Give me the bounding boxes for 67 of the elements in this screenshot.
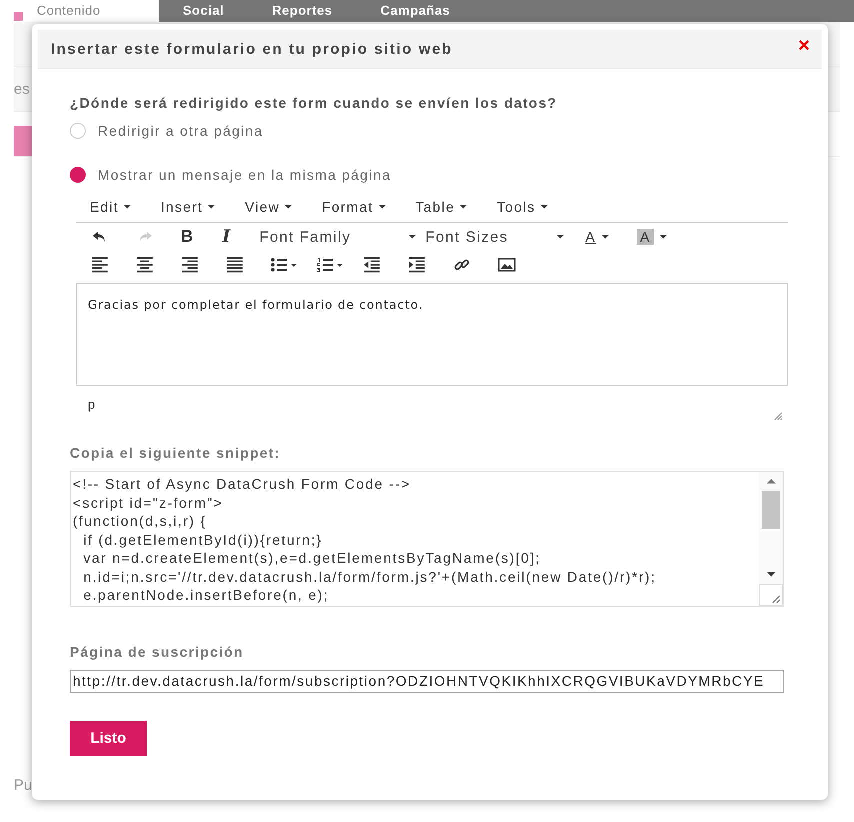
caret-icon [660, 235, 667, 239]
scroll-down-arrow-icon[interactable] [766, 572, 776, 577]
page-text: es [14, 80, 30, 98]
caret-icon [124, 205, 131, 209]
resize-grip-icon[interactable] [772, 595, 780, 603]
code-line: (function(d,s,i,r) { [73, 512, 208, 530]
menu-item[interactable]: Tools [497, 199, 548, 215]
caret-icon [460, 205, 468, 209]
italic-button[interactable]: I [222, 227, 232, 247]
caret-icon [556, 235, 564, 239]
caret-icon [408, 235, 416, 239]
caret-icon [208, 205, 216, 209]
nav-item[interactable]: Campañas [356, 0, 854, 22]
menu-item[interactable]: View [245, 199, 292, 215]
sidebar-highlight [14, 126, 34, 156]
numbered-list-icon[interactable] [317, 258, 343, 272]
subscription-label: Página de suscripción [70, 644, 245, 660]
element-path: p [88, 396, 96, 412]
radio-button[interactable] [70, 123, 86, 139]
page-text: Pu [14, 777, 32, 794]
menu-item[interactable]: Edit [90, 199, 131, 215]
font-family-select[interactable]: Font Family [260, 228, 416, 246]
align-left-icon[interactable] [91, 257, 109, 273]
question-label: ¿Dónde será redirigido este form cuando se envíen los datos? [70, 95, 558, 111]
scrollbar-thumb[interactable] [762, 491, 780, 529]
caret-icon [602, 235, 610, 239]
message-text: Gracias por completar el formulario de contacto. [88, 298, 424, 312]
resize-grip-icon[interactable] [774, 412, 782, 420]
text-color-button[interactable]: A [586, 229, 610, 245]
caret-icon [285, 205, 292, 209]
code-line: <!-- Start of Async DataCrush Form Code --> [73, 475, 412, 494]
code-line: if (d.getElementById(i)){return;} [82, 530, 324, 549]
menu-item[interactable]: Table [416, 199, 468, 215]
align-center-icon[interactable] [136, 257, 154, 273]
caret-icon [540, 205, 548, 209]
align-right-icon[interactable] [181, 257, 199, 273]
subscription-url-field[interactable]: http://tr.dev.datacrush.la/form/subscription?ODZIOHNTVQKIKhhIXCRQGVIBUKaVDYMRbCYE [70, 670, 784, 693]
scrollbar[interactable] [759, 472, 783, 606]
dialog-title: Insertar este formulario en tu propio sitio web [51, 40, 453, 58]
radio-button[interactable] [70, 167, 86, 183]
bullet-list-icon[interactable] [271, 258, 297, 272]
nav-item[interactable]: Contenido [33, 0, 159, 22]
caret-icon [378, 205, 386, 209]
code-line: n.id=i;n.src='//tr.dev.datacrush.la/form/form.js?'+(Math.ceil(new Date()/r)*r); [82, 568, 658, 586]
bold-button[interactable]: B [181, 227, 194, 247]
nav-item[interactable]: Social [159, 0, 248, 22]
justify-icon[interactable] [226, 257, 244, 273]
code-line: var n=d.createElement(s),e=d.getElementsByTagName(s)[0]; [82, 549, 542, 568]
logo-square [14, 12, 23, 21]
scroll-up-arrow-icon[interactable] [766, 479, 776, 484]
editor-content-area[interactable]: Gracias por completar el formulario de contacto. [76, 283, 788, 386]
code-line: e.parentNode.insertBefore(n, e); [82, 586, 330, 604]
menu-item[interactable]: Insert [160, 199, 216, 215]
snippet-textarea[interactable] [70, 471, 784, 607]
radio-label[interactable]: Mostrar un mensaje en la misma página [98, 167, 392, 183]
indent-icon[interactable] [408, 257, 426, 273]
code-line: <script id="z-form"> [73, 494, 224, 512]
font-size-select[interactable]: Font Sizes [426, 228, 564, 246]
radio-label[interactable]: Redirigir a otra página [98, 123, 264, 139]
close-button[interactable]: × [798, 36, 810, 56]
image-icon[interactable] [498, 257, 516, 273]
link-icon[interactable] [453, 257, 471, 273]
menu-item[interactable]: Format [322, 199, 386, 215]
done-button[interactable]: Listo [70, 721, 147, 756]
nav-item[interactable]: Reportes [248, 0, 357, 22]
outdent-icon[interactable] [363, 257, 381, 273]
snippet-label: Copia el siguiente snippet: [70, 445, 282, 461]
